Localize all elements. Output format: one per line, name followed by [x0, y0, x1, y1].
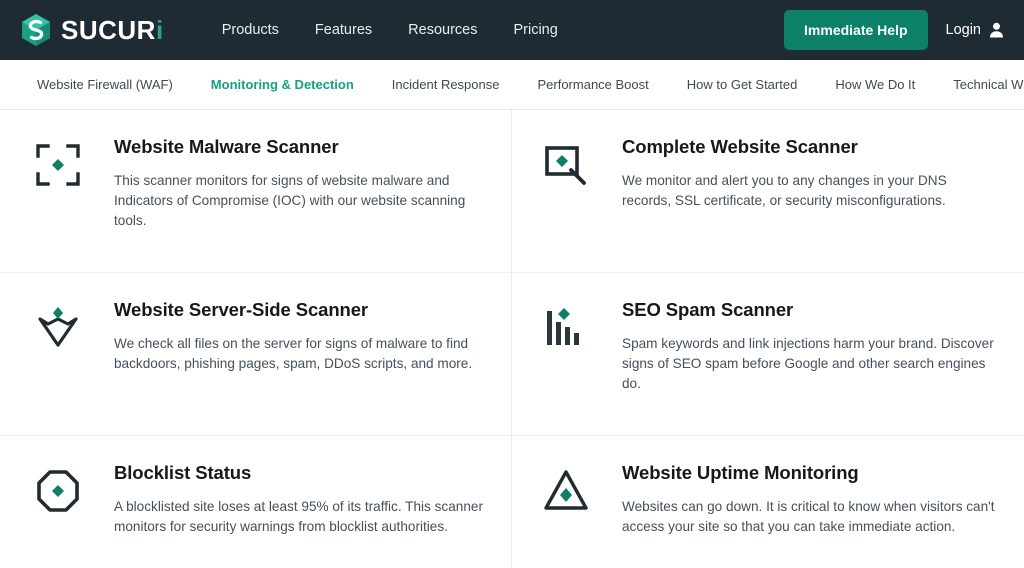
logo-wordmark: SUCURi [61, 15, 164, 45]
feature-card-description: Websites can go down. It is critical to … [622, 499, 995, 535]
logo[interactable]: SUCURi [20, 13, 164, 47]
feature-card-description: A blocklisted site loses at least 95% of… [114, 499, 483, 535]
feature-card-text: Website Uptime Monitoring Websites can g… [594, 462, 996, 568]
feature-card-text: Complete Website Scanner We monitor and … [594, 136, 996, 272]
feature-card-description: Spam keywords and link injections harm y… [622, 336, 994, 392]
site-header: SUCURi Products Features Resources Prici… [0, 0, 1024, 60]
feature-card-description: We monitor and alert you to any changes … [622, 173, 947, 209]
octagon-icon [30, 462, 86, 568]
subnav-item-website-firewall[interactable]: Website Firewall (WAF) [18, 77, 192, 92]
login-label: Login [945, 22, 981, 38]
feature-card-title: Complete Website Scanner [622, 136, 858, 157]
feature-card-title: Website Server-Side Scanner [114, 299, 369, 320]
feature-card-description: We check all files on the server for sig… [114, 336, 473, 372]
nav-item-products[interactable]: Products [222, 22, 279, 38]
funnel-chevron-icon [30, 299, 86, 435]
feature-card-text: SEO Spam Scanner Spam keywords and link … [594, 299, 996, 435]
feature-card-website-server-side-scanner[interactable]: Website Server-Side Scanner We check all… [0, 273, 512, 436]
subnav-item-how-we-do-it[interactable]: How We Do It [816, 77, 934, 92]
feature-card-description: This scanner monitors for signs of websi… [114, 173, 466, 229]
feature-card-seo-spam-scanner[interactable]: SEO Spam Scanner Spam keywords and link … [512, 273, 1024, 436]
feature-card-title: Blocklist Status [114, 462, 252, 483]
feature-card-complete-website-scanner[interactable]: Complete Website Scanner We monitor and … [512, 110, 1024, 273]
feature-card-website-malware-scanner[interactable]: Website Malware Scanner This scanner mon… [0, 110, 512, 273]
scan-frame-icon [30, 136, 86, 272]
magnifier-square-icon [538, 136, 594, 272]
feature-card-text: Website Server-Side Scanner We check all… [86, 299, 483, 435]
feature-card-blocklist-status[interactable]: Blocklist Status A blocklisted site lose… [0, 436, 512, 568]
feature-card-text: Blocklist Status A blocklisted site lose… [86, 462, 483, 568]
subnav-item-how-to-get-started[interactable]: How to Get Started [668, 77, 817, 92]
header-actions: Immediate Help Login [784, 10, 1004, 50]
secondary-nav: Website Firewall (WAF) Monitoring & Dete… [0, 60, 1024, 110]
primary-nav: Products Features Resources Pricing [222, 22, 558, 38]
subnav-item-incident-response[interactable]: Incident Response [373, 77, 519, 92]
sucuri-hex-logo-icon [20, 13, 52, 47]
feature-card-title: Website Uptime Monitoring [622, 462, 859, 483]
login-link[interactable]: Login [946, 22, 1004, 38]
feature-card-text: Website Malware Scanner This scanner mon… [86, 136, 483, 272]
subnav-item-monitoring-detection[interactable]: Monitoring & Detection [192, 77, 373, 92]
bar-chart-icon [538, 299, 594, 435]
feature-grid: Website Malware Scanner This scanner mon… [0, 110, 1024, 568]
triangle-alert-icon [538, 462, 594, 568]
feature-card-website-uptime-monitoring[interactable]: Website Uptime Monitoring Websites can g… [512, 436, 1024, 568]
nav-item-pricing[interactable]: Pricing [513, 22, 557, 38]
nav-item-features[interactable]: Features [315, 22, 372, 38]
nav-item-resources[interactable]: Resources [408, 22, 477, 38]
feature-card-title: SEO Spam Scanner [622, 299, 794, 320]
feature-card-title: Website Malware Scanner [114, 136, 339, 157]
subnav-item-technical-whitepaper[interactable]: Technical Whitepaper [934, 77, 1024, 92]
immediate-help-button[interactable]: Immediate Help [784, 10, 928, 50]
user-icon [989, 22, 1004, 38]
subnav-item-performance-boost[interactable]: Performance Boost [518, 77, 667, 92]
